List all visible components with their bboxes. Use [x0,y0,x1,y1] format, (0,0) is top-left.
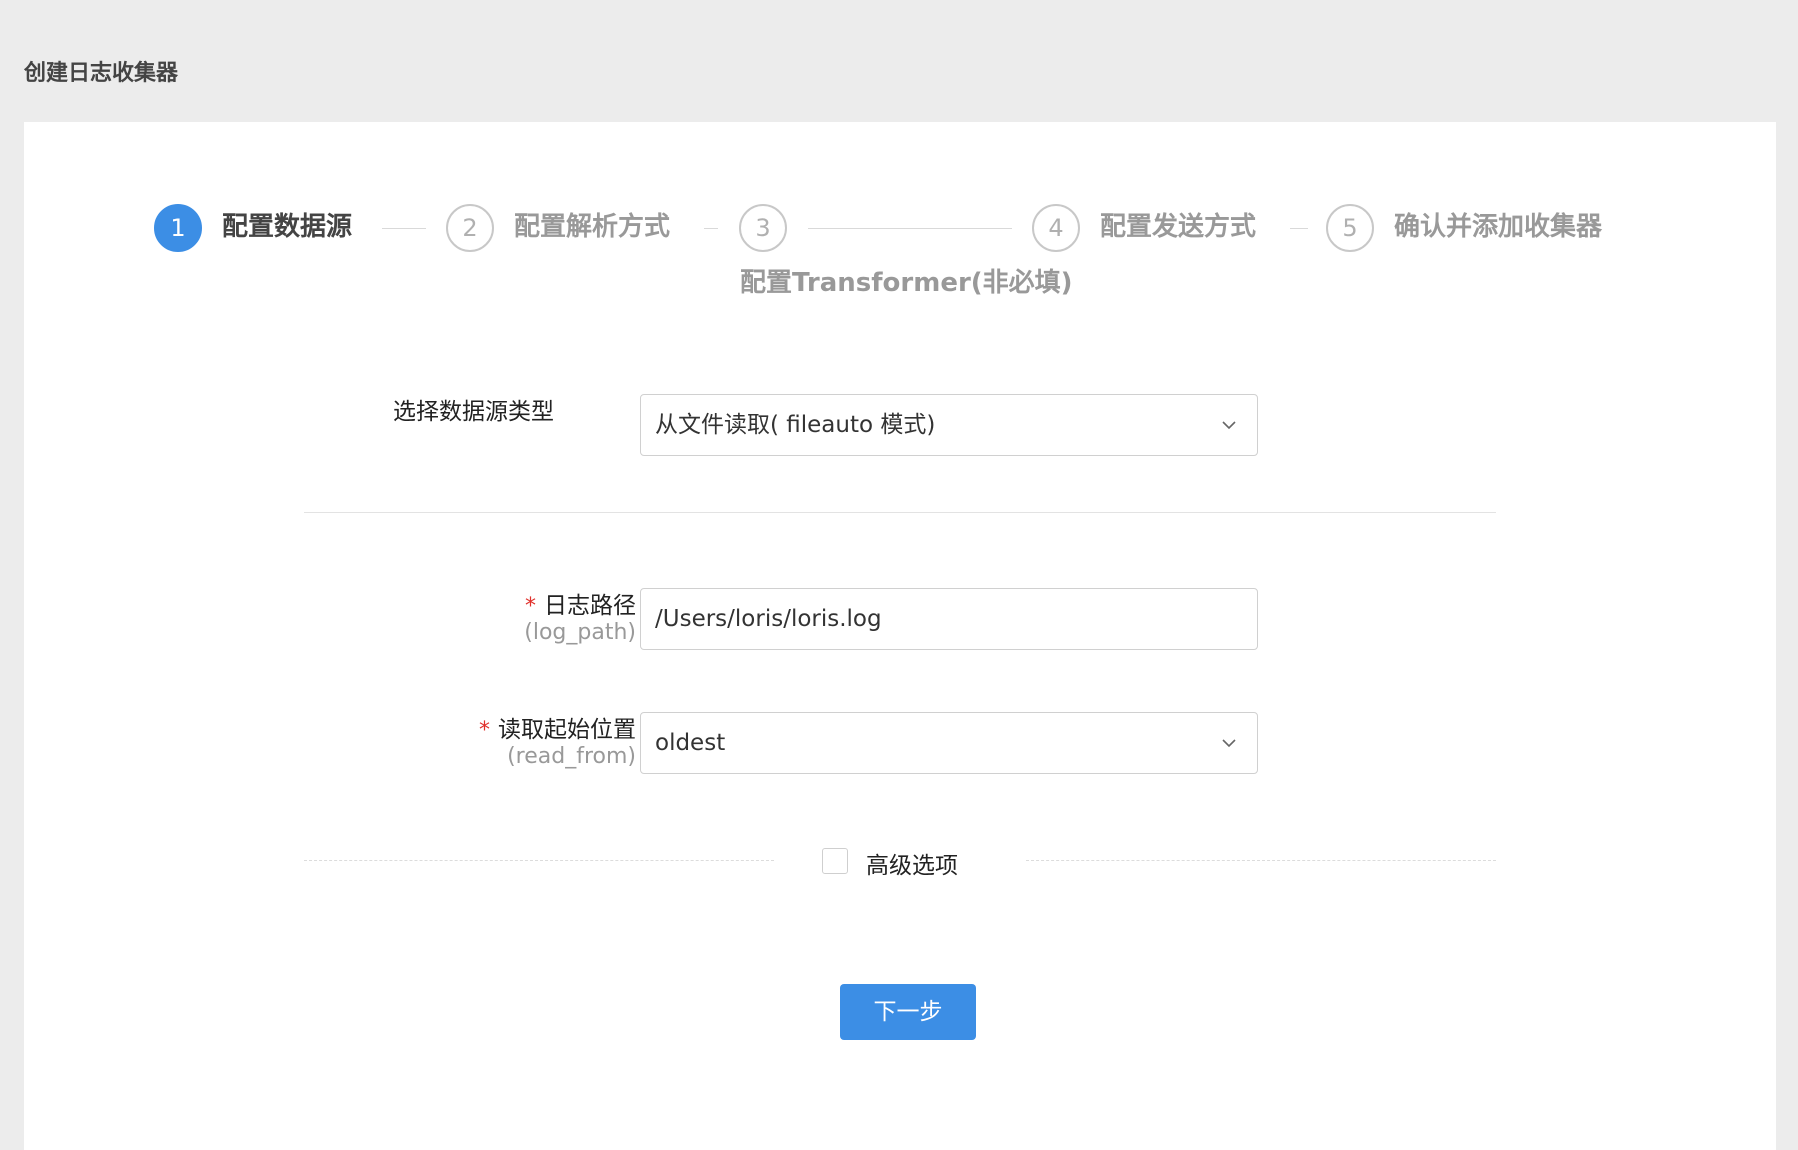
source-type-label: 选择数据源类型 [393,399,554,425]
read-from-value: oldest [655,730,726,756]
step-connector [704,228,718,229]
step-2-indicator: 2 [446,204,494,252]
required-mark: * [479,718,490,743]
dashed-divider-left [304,860,774,861]
form-card: 1 配置数据源 2 配置解析方式 3 配置Transformer(非必填) 4 … [24,122,1776,1150]
log-path-label-text: 日志路径 [544,593,636,619]
advanced-options-checkbox[interactable] [822,848,848,874]
step-connector [1290,228,1308,229]
step-connector [808,228,1012,229]
required-mark: * [525,594,536,619]
step-1-title: 配置数据源 [222,212,353,242]
step-4-title: 配置发送方式 [1100,212,1257,242]
chevron-down-icon [1222,739,1236,748]
chevron-down-icon [1222,421,1236,430]
read-from-label: * 读取起始位置 [479,710,636,744]
step-4-indicator: 4 [1032,204,1080,252]
step-2-title: 配置解析方式 [514,212,671,242]
source-type-value: 从文件读取( fileauto 模式) [655,412,936,438]
log-path-label: * 日志路径 [525,586,636,620]
page-title: 创建日志收集器 [24,61,179,86]
step-3-title: 配置Transformer(非必填) [740,268,1073,298]
log-path-input[interactable]: /Users/loris/loris.log [640,588,1258,650]
advanced-options-label[interactable]: 高级选项 [866,846,958,880]
step-5-indicator: 5 [1326,204,1374,252]
dashed-divider-right [1026,860,1496,861]
read-from-label-text: 读取起始位置 [498,717,636,743]
log-path-sublabel: (log_path) [524,620,636,645]
step-3-indicator: 3 [739,204,787,252]
step-connector [382,228,426,229]
next-step-button[interactable]: 下一步 [840,984,976,1040]
read-from-sublabel: (read_from) [507,744,636,769]
source-type-select[interactable]: 从文件读取( fileauto 模式) [640,394,1258,456]
step-1-indicator: 1 [154,204,202,252]
step-5-title: 确认并添加收集器 [1394,212,1603,242]
steps-bar: 1 配置数据源 2 配置解析方式 3 配置Transformer(非必填) 4 … [24,122,1776,322]
read-from-select[interactable]: oldest [640,712,1258,774]
section-divider [304,512,1496,513]
